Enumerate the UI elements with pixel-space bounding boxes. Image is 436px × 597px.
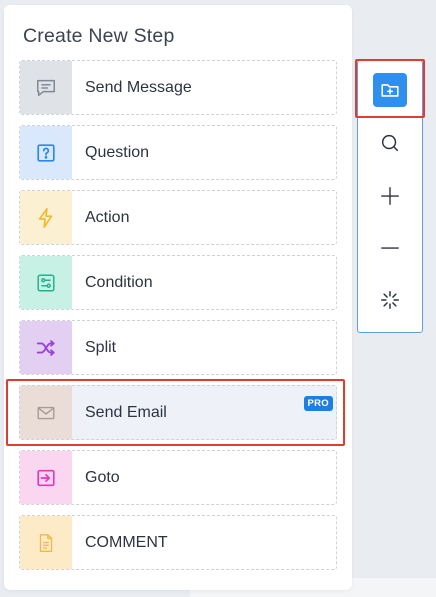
lightning-icon	[20, 191, 72, 244]
add-folder-icon	[381, 84, 399, 97]
canvas-toolbar	[357, 60, 423, 333]
step-label: Split	[85, 338, 117, 356]
step-label: Send Message	[85, 78, 192, 96]
zoom-out-button[interactable]	[374, 232, 406, 264]
pro-badge: PRO	[303, 396, 333, 411]
step-label: Goto	[85, 468, 120, 486]
step-goto[interactable]: Goto	[19, 450, 337, 505]
zoom-out-icon	[381, 247, 399, 249]
auto-arrange-icon	[381, 291, 399, 309]
goto-icon	[20, 451, 72, 504]
add-folder-button[interactable]	[373, 73, 407, 107]
step-label: Action	[85, 208, 130, 226]
question-icon	[20, 126, 72, 179]
step-label: Send Email	[85, 403, 167, 421]
condition-icon	[20, 256, 72, 309]
shuffle-icon	[20, 321, 72, 374]
step-send-message[interactable]: Send Message	[19, 60, 337, 115]
zoom-in-icon	[381, 187, 399, 205]
step-question[interactable]: Question	[19, 125, 337, 180]
search-icon	[381, 134, 399, 152]
document-icon	[20, 516, 72, 569]
step-action[interactable]: Action	[19, 190, 337, 245]
step-label: Question	[85, 143, 150, 161]
search-button[interactable]	[374, 127, 406, 159]
mail-icon	[20, 386, 72, 439]
step-comment[interactable]: COMMENT	[19, 515, 337, 570]
zoom-in-button[interactable]	[374, 180, 406, 212]
auto-arrange-button[interactable]	[374, 284, 406, 316]
step-split[interactable]: Split	[19, 320, 337, 375]
step-label: COMMENT	[85, 533, 168, 551]
step-label: Condition	[85, 273, 153, 291]
step-send-email[interactable]: Send Email PRO	[19, 385, 337, 440]
panel-title: Create New Step	[23, 25, 175, 47]
step-condition[interactable]: Condition	[19, 255, 337, 310]
message-icon	[20, 61, 72, 114]
